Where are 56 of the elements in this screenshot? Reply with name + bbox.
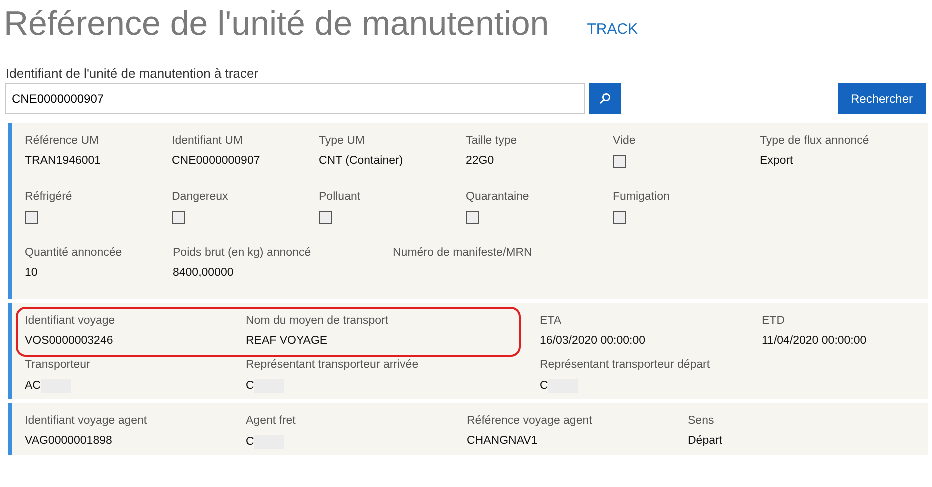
field-value: C — [540, 380, 548, 392]
field-label: Vide — [613, 135, 637, 147]
field-value: REAF VOYAGE — [246, 335, 328, 347]
field-label: Identifiant voyage — [25, 315, 116, 327]
field-label: Identifiant de l'unité de manutention à tracer — [6, 66, 260, 81]
page-title: Référence de l'unité de manutention — [4, 4, 550, 44]
field-value: 11/04/2020 00:00:00 — [762, 335, 867, 347]
field-label: ETD — [762, 315, 786, 327]
field-label: Type de flux annoncé — [760, 135, 870, 147]
field-label: Agent fret — [246, 415, 297, 427]
field-value: C — [246, 380, 254, 392]
track-link[interactable]: TRACK — [587, 21, 638, 38]
field-value: 16/03/2020 00:00:00 — [540, 335, 646, 347]
field-label: ETA — [540, 315, 563, 327]
checkbox[interactable] — [319, 211, 332, 224]
field-label: Référence UM — [25, 135, 100, 147]
field-value: CNE0000000907 — [172, 155, 260, 167]
field-label: Identifiant UM — [172, 135, 244, 147]
field-value: 8400,00000 — [173, 267, 234, 279]
field-label: Représentant transporteur arrivée — [246, 359, 420, 371]
checkbox[interactable] — [172, 211, 185, 224]
checkbox[interactable] — [25, 211, 38, 224]
field-label: Taille type — [466, 135, 518, 147]
field-label: Transporteur — [25, 359, 92, 371]
search-button[interactable] — [589, 83, 621, 114]
checkbox[interactable] — [613, 211, 626, 224]
field-value: VOS0000003246 — [25, 335, 114, 347]
field-value: 10 — [25, 267, 38, 279]
field-label: Poids brut (en kg) annoncé — [173, 247, 312, 259]
field-value: CHANGNAV1 — [467, 435, 538, 447]
field-label: Identifiant voyage agent — [25, 415, 148, 427]
field-label: Numéro de manifeste/MRN — [393, 247, 534, 259]
field-value: TRAN1946001 — [25, 155, 102, 167]
field-label: Référence voyage agent — [467, 415, 594, 427]
checkbox[interactable] — [466, 211, 479, 224]
field-label: Réfrigéré — [25, 191, 74, 203]
field-value: CNT (Container) — [319, 155, 404, 167]
field-label: Sens — [688, 415, 716, 427]
field-label: Représentant transporteur départ — [540, 359, 712, 371]
field-value: AC — [25, 380, 41, 392]
search-field[interactable]: CNE0000000907 — [5, 83, 585, 114]
field-value: VAG0000001898 — [25, 435, 112, 447]
field-value: Export — [760, 155, 794, 167]
field-label: Fumigation — [613, 191, 671, 203]
field-label: Polluant — [319, 191, 362, 203]
field-value: Départ — [688, 435, 723, 447]
field-label: Dangereux — [172, 191, 230, 203]
field-value: 22G0 — [466, 155, 494, 167]
search-submit-button[interactable]: Rechercher — [838, 83, 926, 114]
field-label: Type UM — [319, 135, 366, 147]
checkbox[interactable] — [613, 155, 626, 168]
field-label: Quantité annoncée — [25, 247, 124, 259]
field-value: C — [246, 436, 254, 448]
field-label: Quarantaine — [466, 191, 530, 203]
field-label: Nom du moyen de transport — [246, 315, 390, 327]
search-icon — [599, 92, 611, 104]
